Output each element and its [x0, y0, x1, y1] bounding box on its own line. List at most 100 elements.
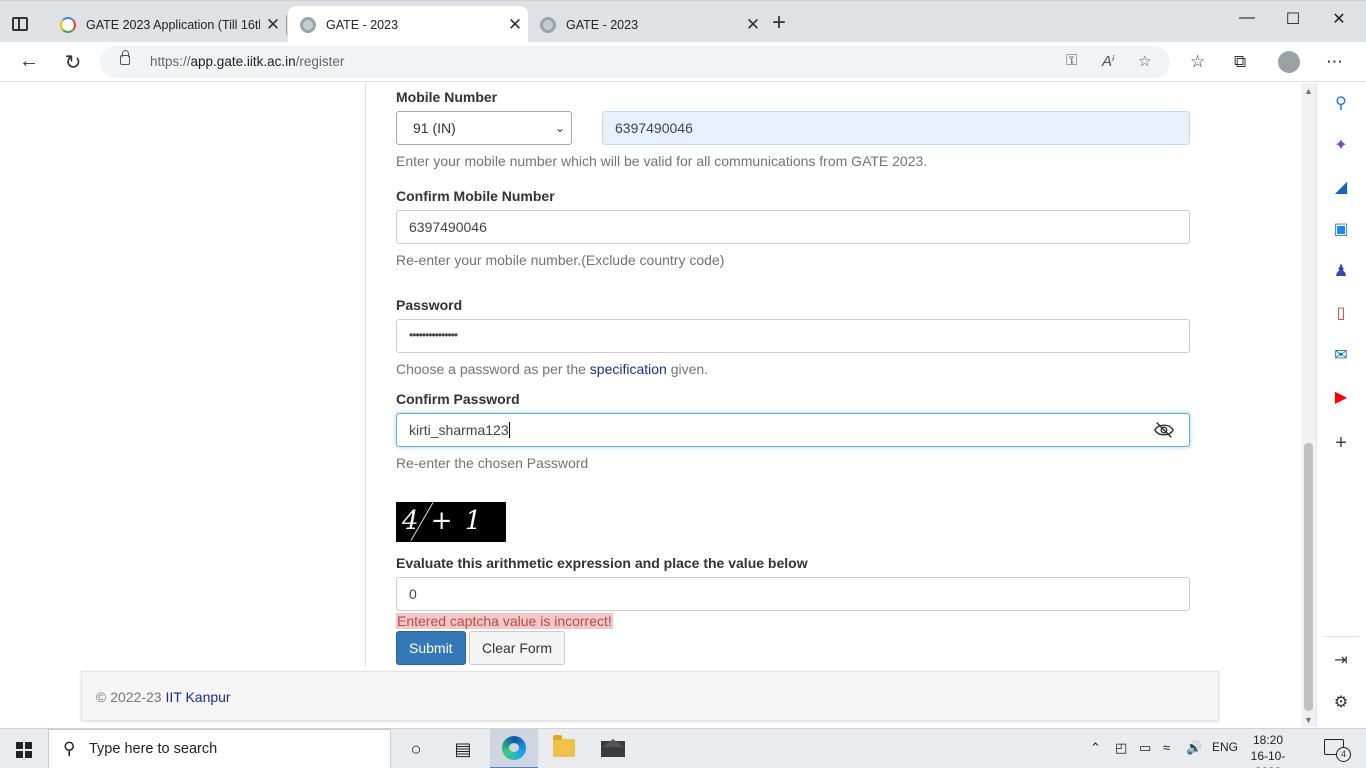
edge-sidebar: ⚲ ✦ ◢ ▣ ♟ ▯ ✉ ▶ + ⇥ ⚙ — [1316, 83, 1366, 727]
google-icon — [60, 16, 76, 33]
confirm-mobile-input[interactable]: 6397490046 — [396, 210, 1190, 244]
mobile-number-help: Enter your mobile number which will be v… — [396, 153, 928, 169]
scroll-up-arrow-icon[interactable]: ▲ — [1304, 86, 1313, 96]
password-label: Password — [396, 297, 463, 313]
mail-icon[interactable] — [601, 739, 625, 757]
tab-title: GATE 2023 Application (Till 16th — [86, 17, 260, 32]
maximize-button[interactable]: ☐ — [1270, 9, 1316, 29]
windows-taskbar: ⚲ Type here to search ○ ▤ ⌃ ◰ ▭ ≈ 🔊 ENG … — [0, 728, 1366, 768]
page-scrollbar[interactable]: ▲ ▼ — [1301, 83, 1316, 727]
search-icon[interactable]: ⚲ — [1331, 94, 1351, 114]
tab-actions-icon[interactable] — [12, 17, 28, 31]
column-divider — [365, 83, 366, 666]
notification-count-badge: 4 — [1336, 747, 1351, 762]
add-favorite-icon[interactable]: ☆ — [1138, 52, 1151, 70]
clock-date: 16-10-2022 — [1250, 749, 1286, 768]
copilot-sparkle-icon[interactable]: ✦ — [1331, 136, 1351, 156]
gate-icon — [540, 16, 556, 33]
hide-password-eye-icon[interactable] — [1153, 420, 1175, 440]
meet-now-icon[interactable]: ◰ — [1115, 740, 1127, 756]
password-input[interactable]: ••••••••••••••• — [396, 319, 1190, 353]
address-bar[interactable]: https://app.gate.iitk.ac.in/register ⚿ A… — [100, 46, 1170, 78]
tab-title: GATE - 2023 — [326, 17, 399, 32]
taskbar-clock[interactable]: 18:20 16-10-2022 — [1243, 732, 1293, 768]
youtube-icon[interactable]: ▶ — [1331, 388, 1351, 408]
sidebar-divider — [1325, 636, 1359, 637]
captcha-expression: 4 + 1 = — [402, 506, 484, 542]
add-sidebar-app-icon[interactable]: + — [1331, 433, 1351, 453]
text-cursor — [508, 422, 510, 438]
games-icon[interactable]: ♟ — [1331, 262, 1351, 282]
confirm-password-label: Confirm Password — [396, 391, 520, 407]
lock-icon[interactable] — [120, 50, 130, 65]
more-menu-icon[interactable]: ⋯ — [1326, 52, 1343, 72]
chevron-down-icon: ⌄ — [554, 121, 565, 135]
close-tab-icon[interactable]: ✕ — [502, 15, 528, 35]
tab-strip: GATE 2023 Application (Till 16th ✕ GATE … — [0, 0, 1366, 43]
hide-sidebar-icon[interactable]: ⇥ — [1331, 651, 1351, 671]
settings-gear-icon[interactable]: ⚙ — [1331, 693, 1351, 713]
scrollbar-thumb[interactable] — [1304, 443, 1313, 711]
tab-gate-application[interactable]: GATE 2023 Application (Till 16th ✕ — [48, 6, 287, 43]
wifi-icon[interactable]: ≈ — [1163, 740, 1170, 755]
windows-start-icon[interactable] — [16, 742, 32, 758]
captcha-input[interactable]: 0 — [396, 577, 1190, 611]
country-code-select[interactable]: 91 (IN) ⌄ — [396, 111, 572, 145]
page-viewport: Mobile Number 91 (IN) ⌄ 6397490046 Enter… — [0, 83, 1301, 727]
search-placeholder: Type here to search — [89, 741, 218, 757]
show-hidden-icons-chevron-icon[interactable]: ⌃ — [1090, 740, 1101, 756]
confirm-password-help: Re-enter the chosen Password — [396, 455, 589, 471]
read-aloud-icon[interactable]: Aⁱ — [1102, 52, 1115, 70]
country-code-value: 91 (IN) — [413, 120, 456, 136]
language-indicator[interactable]: ENG — [1212, 740, 1238, 754]
search-icon: ⚲ — [63, 739, 76, 758]
battery-icon[interactable]: ▭ — [1139, 740, 1151, 756]
refresh-icon[interactable]: ↻ — [58, 50, 88, 75]
task-view-icon[interactable]: ▤ — [451, 737, 475, 761]
edge-taskbar-button[interactable] — [490, 729, 538, 768]
scroll-down-arrow-icon[interactable]: ▼ — [1304, 715, 1313, 725]
minimize-button[interactable]: — — [1224, 9, 1270, 27]
tab-gate-2023-active[interactable]: GATE - 2023 ✕ — [288, 6, 528, 43]
specification-link[interactable]: specification — [590, 361, 667, 377]
office-icon[interactable]: ▯ — [1331, 304, 1351, 324]
taskbar-search-box[interactable]: ⚲ Type here to search — [48, 729, 391, 768]
clear-form-button[interactable]: Clear Form — [469, 631, 566, 665]
file-explorer-icon[interactable] — [553, 735, 575, 757]
outlook-icon[interactable]: ✉ — [1331, 346, 1351, 366]
new-tab-button[interactable]: + — [772, 11, 786, 35]
mobile-number-label: Mobile Number — [396, 89, 498, 105]
browser-toolbar: ← ↻ https://app.gate.iitk.ac.in/register… — [0, 42, 1366, 82]
close-window-button[interactable]: ✕ — [1316, 9, 1362, 29]
key-icon[interactable]: ⚿ — [1066, 52, 1077, 69]
edge-icon — [502, 736, 526, 760]
confirm-password-value: kirti_sharma123 — [409, 422, 509, 438]
submit-button[interactable]: Submit — [396, 631, 466, 665]
notification-center-icon[interactable]: 4 — [1324, 739, 1351, 762]
iit-kanpur-link[interactable]: IIT Kanpur — [165, 689, 230, 705]
tab-gate-2023[interactable]: GATE - 2023 ✕ — [528, 6, 766, 43]
confirm-mobile-help: Re-enter your mobile number.(Exclude cou… — [396, 252, 725, 268]
mobile-number-input[interactable]: 6397490046 — [602, 111, 1190, 145]
back-arrow-icon[interactable]: ← — [14, 50, 44, 73]
cortana-circle-icon[interactable]: ○ — [404, 737, 428, 761]
tools-briefcase-icon[interactable]: ▣ — [1331, 220, 1351, 240]
collections-icon[interactable]: ⧉ — [1234, 52, 1246, 72]
clock-time: 18:20 — [1252, 733, 1284, 747]
captcha-image: 4 + 1 = — [396, 502, 506, 542]
captcha-error-message: Entered captcha value is incorrect! — [396, 613, 613, 629]
gate-icon — [300, 16, 316, 33]
shopping-tag-icon[interactable]: ◢ — [1331, 178, 1351, 198]
tab-title: GATE - 2023 — [566, 17, 639, 32]
url-text[interactable]: https://app.gate.iitk.ac.in/register — [150, 54, 344, 69]
confirm-password-input[interactable]: kirti_sharma123 — [396, 413, 1190, 447]
confirm-mobile-label: Confirm Mobile Number — [396, 188, 555, 204]
password-help: Choose a password as per the specificati… — [396, 361, 709, 377]
favorites-icon[interactable]: ☆ — [1190, 52, 1205, 72]
copyright-text: © 2022-23 IIT Kanpur — [96, 689, 231, 705]
close-tab-icon[interactable]: ✕ — [260, 15, 286, 35]
close-tab-icon[interactable]: ✕ — [740, 15, 766, 35]
captcha-label: Evaluate this arithmetic expression and … — [396, 555, 808, 571]
profile-avatar[interactable] — [1278, 51, 1300, 73]
volume-icon[interactable]: 🔊 — [1186, 740, 1202, 756]
